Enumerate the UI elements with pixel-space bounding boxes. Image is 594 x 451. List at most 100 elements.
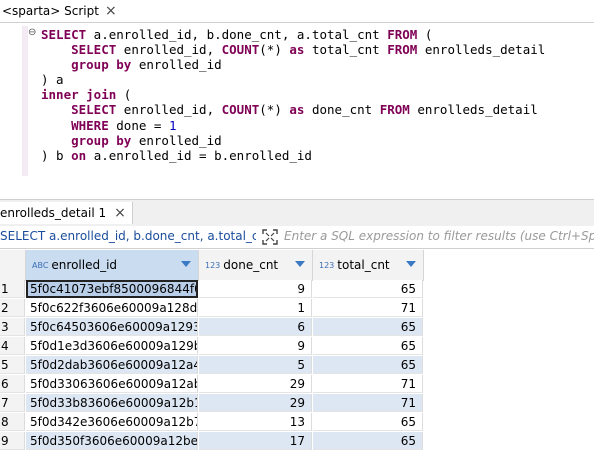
cell-total-cnt[interactable]: 71 — [313, 375, 423, 393]
cell-total-cnt[interactable]: 65 — [313, 356, 423, 374]
results-tab-label: enrolleds_detail 1 — [0, 206, 107, 220]
filter-input[interactable]: Enter a SQL expression to filter results… — [284, 229, 594, 243]
cell-done-cnt[interactable]: 9 — [199, 280, 312, 298]
sort-arrow-icon[interactable] — [181, 261, 191, 267]
sql-keyword: SELECT — [41, 27, 87, 42]
cell-enrolled-id[interactable]: 5f0d33b83606e60009a12b1a — [26, 394, 198, 412]
sql-keyword: inner join — [41, 87, 117, 103]
sql-text: a.enrolled_id = b.enrolled_id — [86, 147, 312, 163]
cell-total-cnt[interactable]: 65 — [313, 432, 423, 450]
cell-done-cnt[interactable]: 1 — [199, 299, 312, 317]
sql-keyword: WHERE — [71, 117, 109, 133]
cell-enrolled-id[interactable]: 5f0d350f3606e60009a12be7 — [26, 432, 198, 450]
cell-enrolled-id[interactable]: 5f0d342e3606e60009a12b7a — [26, 413, 198, 431]
table-row[interactable]: 3 5f0c64503606e60009a1293c 6 65 — [0, 318, 424, 337]
sql-text: ( — [116, 87, 132, 103]
sql-function: COUNT — [221, 102, 260, 118]
cell-total-cnt[interactable]: 71 — [313, 299, 423, 317]
cell-total-cnt[interactable]: 65 — [313, 413, 423, 431]
column-header-label: total_cnt — [337, 258, 390, 272]
filter-bar: SELECT a.enrolled_id, b.done_cnt, a.tota… — [0, 226, 594, 249]
sql-keyword: on — [71, 147, 87, 163]
table-row[interactable]: 6 5f0d33063606e60009a12aba 29 71 — [0, 375, 424, 394]
text-type-icon: ABC — [32, 260, 49, 270]
cell-done-cnt[interactable]: 17 — [199, 432, 312, 450]
sql-text: enrolleds_detail — [409, 102, 538, 118]
table-row[interactable]: 5 5f0d2dab3606e60009a12a40 5 65 — [0, 356, 424, 375]
sql-code[interactable]: SELECT a.enrolled_id, b.done_cnt, a.tota… — [41, 27, 545, 163]
column-header-label: done_cnt — [223, 258, 279, 272]
cell-total-cnt[interactable]: 65 — [313, 318, 423, 336]
cell-total-cnt[interactable]: 65 — [313, 337, 423, 355]
row-number: 8 — [0, 413, 25, 431]
cell-total-cnt[interactable]: 65 — [313, 280, 423, 298]
sql-text: enrolled_id, — [116, 102, 222, 118]
cell-done-cnt[interactable]: 5 — [199, 356, 312, 374]
sql-keyword: as — [289, 102, 305, 118]
statement-marker — [22, 26, 28, 176]
sort-arrow-icon[interactable] — [406, 261, 416, 267]
sql-text: enrolled_id, — [116, 42, 222, 58]
cell-done-cnt[interactable]: 29 — [199, 394, 312, 412]
row-number: 2 — [0, 299, 25, 317]
cell-total-cnt[interactable]: 71 — [313, 394, 423, 412]
close-icon[interactable]: × — [105, 3, 117, 19]
cell-done-cnt[interactable]: 29 — [199, 375, 312, 393]
sql-text: (*) — [259, 102, 290, 118]
sql-text: ( — [417, 27, 433, 42]
table-row[interactable]: 9 5f0d350f3606e60009a12be7 17 65 — [0, 432, 424, 451]
sort-arrow-icon[interactable] — [295, 261, 305, 267]
cell-done-cnt[interactable]: 6 — [199, 318, 312, 336]
close-icon[interactable]: × — [114, 205, 126, 221]
sql-text: enrolled_id — [131, 132, 222, 148]
cell-done-cnt[interactable]: 9 — [199, 337, 312, 355]
cell-enrolled-id[interactable]: 5f0c622f3606e60009a128d9 — [26, 299, 198, 317]
sql-editor[interactable]: ⊖ SELECT a.enrolled_id, b.done_cnt, a.to… — [0, 23, 594, 215]
cell-enrolled-id[interactable]: 5f0d2dab3606e60009a12a40 — [26, 356, 198, 374]
table-row[interactable]: 7 5f0d33b83606e60009a12b1a 29 71 — [0, 394, 424, 413]
row-number: 9 — [0, 432, 25, 450]
sql-text: enrolled_id — [131, 57, 222, 73]
sql-function: COUNT — [221, 42, 260, 58]
cell-enrolled-id[interactable]: 5f0d1e3d3606e60009a129b5 — [26, 337, 198, 355]
sql-keyword: group by — [71, 132, 132, 148]
expand-icon[interactable] — [262, 229, 278, 245]
query-text: SELECT a.enrolled_id, b.done_cnt, a.tota… — [0, 229, 256, 243]
sql-keyword: as — [289, 42, 305, 58]
row-number-header — [0, 250, 26, 281]
row-number: 1 — [0, 280, 25, 298]
cell-enrolled-id[interactable]: 5f0d33063606e60009a12aba — [26, 375, 198, 393]
table-row[interactable]: 4 5f0d1e3d3606e60009a129b5 9 65 — [0, 337, 424, 356]
row-number: 7 — [0, 394, 25, 412]
column-header-done-cnt[interactable]: 123 done_cnt — [199, 250, 313, 281]
results-tab[interactable]: enrolleds_detail 1 × — [0, 202, 133, 224]
sql-number: 1 — [168, 117, 177, 133]
cell-enrolled-id[interactable]: 5f0c64503606e60009a1293c — [26, 318, 198, 336]
cell-enrolled-id[interactable]: 5f0c41073ebf8500096844f0 — [26, 280, 198, 298]
sql-keyword: group by — [71, 57, 132, 73]
table-row[interactable]: 1 5f0c41073ebf8500096844f0 9 65 — [0, 280, 424, 299]
script-tab-label: <sparta> Script — [2, 4, 99, 18]
results-tab-bar: enrolleds_detail 1 × — [0, 199, 594, 227]
script-tab[interactable]: <sparta> Script × — [0, 0, 121, 22]
number-type-icon: 123 — [319, 260, 335, 270]
editor-tab-bar: <sparta> Script × — [0, 0, 594, 23]
column-header-enrolled-id[interactable]: ABC enrolled_id — [26, 250, 199, 281]
sql-text: done_cnt — [304, 102, 380, 118]
sql-text: (*) — [259, 42, 290, 58]
table-row[interactable]: 2 5f0c622f3606e60009a128d9 1 71 — [0, 299, 424, 318]
fold-collapse-icon[interactable]: ⊖ — [28, 28, 38, 38]
number-type-icon: 123 — [205, 260, 221, 270]
row-number: 3 — [0, 318, 25, 336]
table-row[interactable]: 8 5f0d342e3606e60009a12b7a 13 65 — [0, 413, 424, 432]
column-header-total-cnt[interactable]: 123 total_cnt — [313, 250, 424, 281]
cell-done-cnt[interactable]: 13 — [199, 413, 312, 431]
row-number: 6 — [0, 375, 25, 393]
results-grid: ABC enrolled_id 123 done_cnt 123 total_c… — [0, 250, 594, 451]
sql-keyword: SELECT — [71, 102, 117, 118]
sql-keyword: FROM — [387, 27, 418, 42]
row-number: 5 — [0, 356, 25, 374]
sql-text: ) b — [41, 147, 72, 163]
row-number: 4 — [0, 337, 25, 355]
sql-text: enrolleds_detail — [417, 42, 546, 58]
